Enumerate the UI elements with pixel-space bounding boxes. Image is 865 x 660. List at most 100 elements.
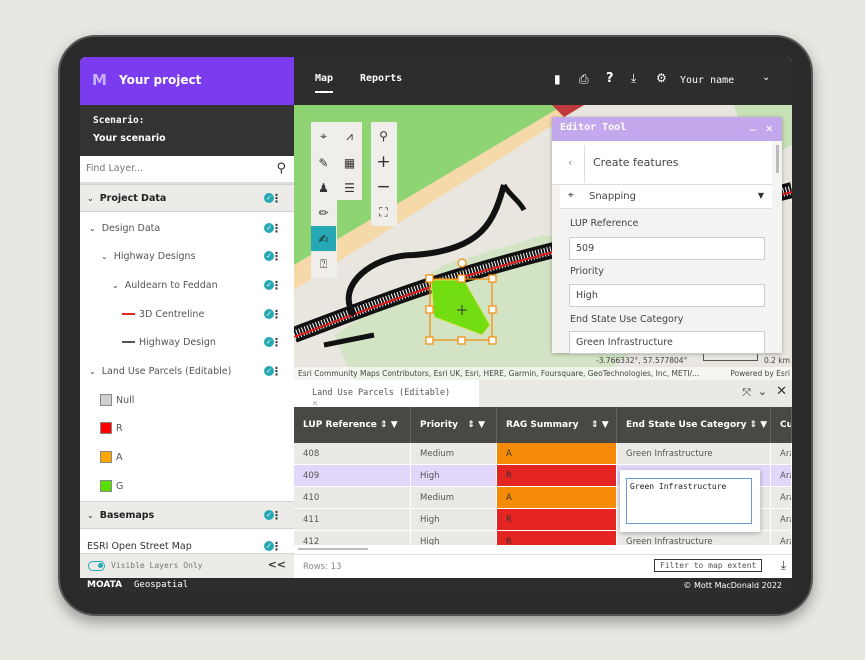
- table-cell[interactable]: 408: [294, 443, 411, 465]
- column-cu[interactable]: Cu: [771, 407, 792, 443]
- column-lup[interactable]: LUP Reference ⇕ ▼: [294, 407, 411, 443]
- chevron-down-icon[interactable]: ⌄: [112, 281, 119, 290]
- sort-icon[interactable]: ⇕: [380, 420, 388, 430]
- cell-editor-textarea[interactable]: Green Infrastructure: [626, 478, 752, 524]
- chevron-down-icon[interactable]: ⌄: [87, 194, 94, 203]
- table-cell[interactable]: 410: [294, 487, 411, 509]
- table-cell[interactable]: Green Infrastructure: [617, 531, 771, 545]
- elevation-profile-icon[interactable]: ⩘: [337, 124, 362, 149]
- back-icon[interactable]: ‹: [568, 156, 572, 169]
- layer-highway-design[interactable]: Highway Design ✓ ⋮: [80, 328, 294, 356]
- more-icon[interactable]: ⋮: [271, 365, 282, 378]
- table-cell[interactable]: Ara: [771, 487, 792, 509]
- more-icon[interactable]: ⋮: [271, 250, 282, 263]
- search-icon[interactable]: ⚲: [276, 161, 286, 176]
- sort-icon[interactable]: ⇕: [467, 420, 475, 430]
- column-priority[interactable]: Priority ⇕ ▼: [411, 407, 497, 443]
- more-icon[interactable]: ⋮: [271, 192, 282, 205]
- table-cell[interactable]: High: [411, 465, 497, 487]
- filter-map-extent-button[interactable]: Filter to map extent: [654, 559, 763, 572]
- layer-3d-centreline[interactable]: 3D Centreline ✓ ⋮: [80, 300, 294, 328]
- tab-land-use-parcels[interactable]: Land Use Parcels (Editable) ✕: [294, 380, 479, 409]
- user-name[interactable]: Your name: [680, 75, 734, 86]
- close-table-icon[interactable]: ✕: [776, 384, 787, 399]
- layer-land-use-parcels[interactable]: ⌄ Land Use Parcels (Editable) ✓ ⋮: [80, 357, 294, 385]
- more-icon[interactable]: ⋮: [271, 222, 282, 235]
- rag-cell[interactable]: R: [497, 531, 617, 545]
- tab-reports[interactable]: Reports: [360, 73, 402, 84]
- filter-icon[interactable]: ▼: [478, 420, 485, 430]
- table-cell[interactable]: Medium: [411, 487, 497, 509]
- rag-cell[interactable]: R: [497, 465, 617, 487]
- table-cell[interactable]: High: [411, 531, 497, 545]
- table-cell[interactable]: Green Infrastructure: [617, 443, 771, 465]
- table-cell[interactable]: Ara: [771, 465, 792, 487]
- layer-group-basemaps[interactable]: ⌄ Basemaps ✓ ⋮: [80, 501, 294, 529]
- scenario-panel[interactable]: Scenario: Your scenario: [80, 105, 294, 156]
- column-end-state[interactable]: End State Use Category ⇕ ▼: [617, 407, 771, 443]
- powered-by[interactable]: Powered by Esri: [730, 369, 790, 378]
- layer-group-project-data[interactable]: ⌄ Project Data ✓ ⋮: [80, 184, 294, 212]
- settings-icon[interactable]: ⚙: [656, 71, 667, 85]
- column-rag[interactable]: RAG Summary ⇕ ▼: [497, 407, 617, 443]
- download-icon[interactable]: ⤓: [781, 558, 786, 573]
- bookmark-icon[interactable]: ▮: [554, 72, 561, 86]
- table-cell[interactable]: Ara: [771, 531, 792, 545]
- priority-input[interactable]: High: [569, 284, 765, 307]
- search-icon[interactable]: ⚲: [371, 123, 396, 148]
- table-cell[interactable]: 412: [294, 531, 411, 545]
- table-cell[interactable]: 409: [294, 465, 411, 487]
- draw-icon[interactable]: ✏: [311, 200, 336, 225]
- chevron-down-icon[interactable]: ⌄: [89, 367, 96, 376]
- collapse-down-icon[interactable]: ⌄: [758, 385, 767, 398]
- visible-toggle[interactable]: [88, 561, 105, 571]
- fullscreen-icon[interactable]: ⛶: [371, 200, 396, 225]
- chevron-down-icon[interactable]: ⌄: [89, 224, 96, 233]
- more-icon[interactable]: ⋮: [271, 279, 282, 292]
- stamp-icon[interactable]: ♟: [311, 175, 336, 200]
- project-name[interactable]: Your project: [119, 73, 201, 87]
- chevron-down-icon[interactable]: ⌄: [762, 72, 770, 83]
- more-icon[interactable]: ⋮: [271, 509, 282, 522]
- sort-icon[interactable]: ⇕: [750, 420, 758, 430]
- horizontal-scrollbar[interactable]: [298, 548, 368, 550]
- more-icon[interactable]: ⋮: [271, 540, 282, 553]
- collapse-sidebar-button[interactable]: <<: [268, 558, 286, 571]
- layer-highway-designs[interactable]: ⌄ Highway Designs ✓ ⋮: [80, 242, 294, 270]
- find-layer-input[interactable]: [86, 163, 266, 174]
- filter-icon[interactable]: ▼: [602, 420, 609, 430]
- table-cell[interactable]: Ara: [771, 509, 792, 531]
- sort-icon[interactable]: ⇕: [591, 420, 599, 430]
- close-icon[interactable]: ✕: [766, 121, 773, 135]
- expand-icon[interactable]: ⤧: [742, 386, 751, 400]
- table-cell[interactable]: Ara: [771, 443, 792, 465]
- zoom-in-icon[interactable]: +: [371, 149, 396, 174]
- scrollbar[interactable]: [776, 145, 779, 173]
- table-cell[interactable]: High: [411, 509, 497, 531]
- end-state-input[interactable]: Green Infrastructure: [569, 331, 765, 354]
- zoom-out-icon[interactable]: −: [371, 174, 396, 199]
- layer-auldearn[interactable]: ⌄ Auldearn to Feddan ✓ ⋮: [80, 271, 294, 299]
- chevron-down-icon[interactable]: ⌄: [101, 252, 108, 261]
- filter-list-icon[interactable]: ☰: [337, 175, 362, 200]
- measure-icon[interactable]: ✎: [311, 150, 336, 175]
- help-icon[interactable]: ?: [606, 71, 614, 86]
- snapping-toggle[interactable]: ⌖ Snapping ▼: [560, 185, 772, 209]
- edit-icon[interactable]: ✍: [311, 226, 336, 251]
- locate-icon[interactable]: ⌖: [311, 124, 336, 149]
- more-icon[interactable]: ⋮: [271, 308, 282, 321]
- minimize-icon[interactable]: _: [750, 120, 756, 131]
- rag-cell[interactable]: R: [497, 509, 617, 531]
- download-icon[interactable]: ⤓: [631, 71, 636, 86]
- tab-map[interactable]: Map: [315, 73, 334, 93]
- chevron-down-icon[interactable]: ⌄: [87, 511, 94, 520]
- layer-design-data[interactable]: ⌄ Design Data ✓ ⋮: [80, 214, 294, 242]
- print-icon[interactable]: ⎙: [579, 72, 589, 87]
- calendar-icon[interactable]: ▦: [337, 150, 362, 175]
- lup-reference-input[interactable]: 509: [569, 237, 765, 260]
- rag-cell[interactable]: A: [497, 487, 617, 509]
- more-icon[interactable]: ⋮: [271, 336, 282, 349]
- query-icon[interactable]: ⍰: [311, 252, 336, 277]
- filter-icon[interactable]: ▼: [760, 420, 767, 430]
- table-cell[interactable]: Medium: [411, 443, 497, 465]
